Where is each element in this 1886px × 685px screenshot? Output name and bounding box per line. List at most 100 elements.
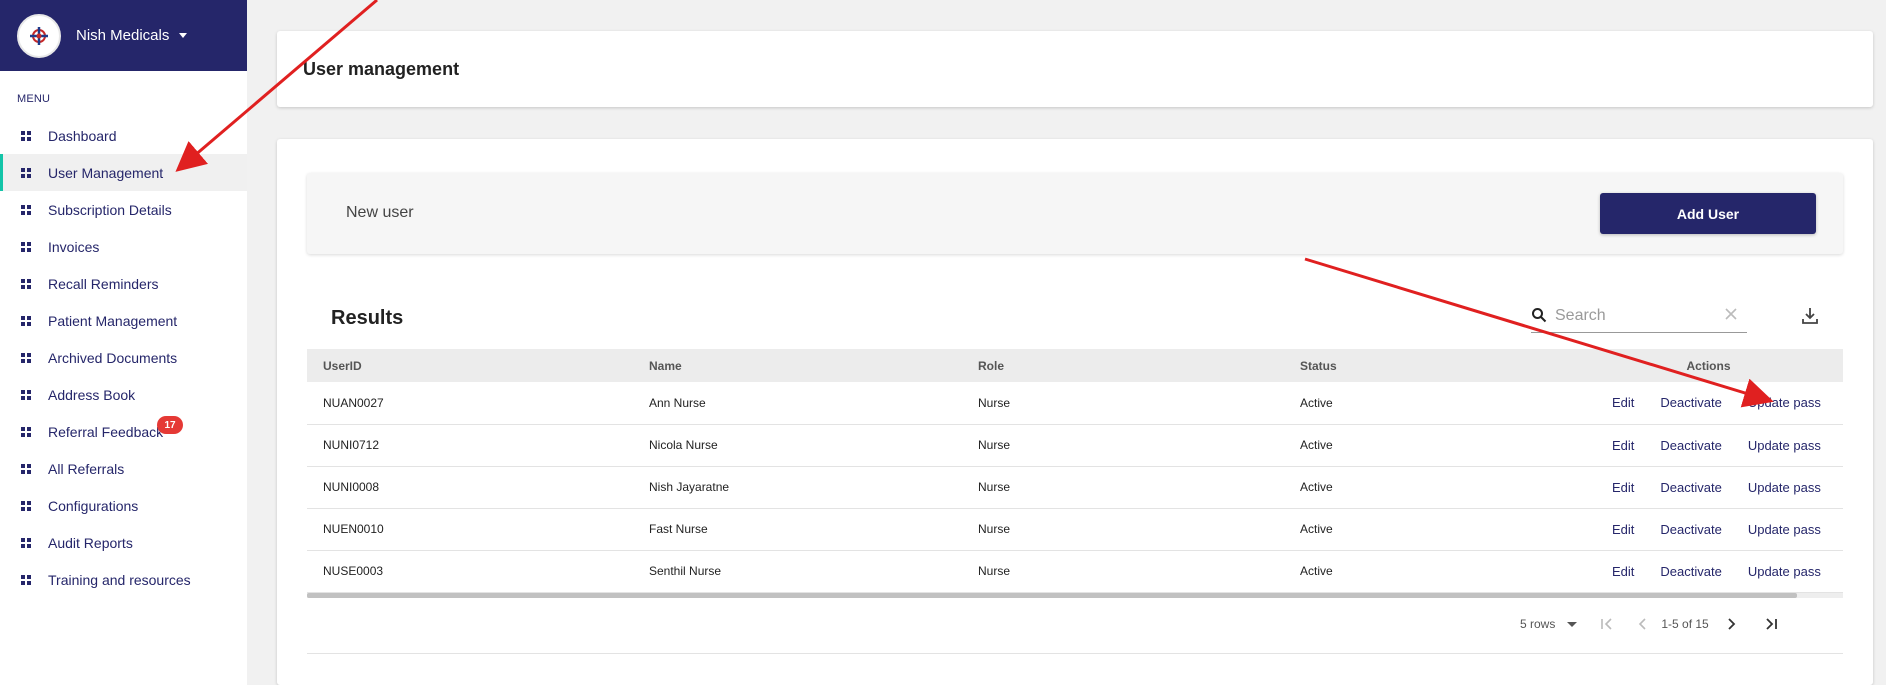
dashboard-icon — [21, 426, 31, 437]
dashboard-icon — [21, 352, 31, 363]
first-page-icon[interactable] — [1595, 612, 1619, 636]
sidebar-item-archived-documents[interactable]: Archived Documents — [0, 339, 247, 376]
deactivate-link[interactable]: Deactivate — [1660, 564, 1721, 579]
sidebar-nav: Dashboard User Management Subscription D… — [0, 117, 247, 598]
table-row: NUNI0008 Nish Jayaratne Nurse Active Edi… — [307, 466, 1843, 509]
sidebar-item-subscription-details[interactable]: Subscription Details — [0, 191, 247, 228]
column-header-name[interactable]: Name — [633, 349, 962, 382]
sidebar-item-label: Referral Feedback — [48, 423, 164, 440]
sidebar-item-label: All Referrals — [48, 460, 125, 477]
edit-link[interactable]: Edit — [1612, 480, 1634, 495]
update-password-link[interactable]: Update pass — [1748, 522, 1821, 537]
chevron-right-icon[interactable] — [1719, 612, 1743, 636]
chevron-left-icon[interactable] — [1631, 612, 1655, 636]
sidebar-item-label: User Management — [48, 164, 164, 181]
horizontal-scrollbar[interactable] — [307, 593, 1843, 598]
table-row: NUSE0003 Senthil Nurse Nurse Active Edit… — [307, 550, 1843, 593]
dashboard-icon — [21, 167, 31, 178]
sidebar-item-user-management[interactable]: User Management — [0, 154, 247, 191]
column-header-role[interactable]: Role — [962, 349, 1284, 382]
scrollbar-thumb[interactable] — [307, 593, 1797, 598]
table-header-row: UserID Name Role Status Actions — [307, 349, 1843, 382]
deactivate-link[interactable]: Deactivate — [1660, 395, 1721, 410]
sidebar-item-label: Invoices — [48, 238, 100, 255]
sidebar-item-label: Configurations — [48, 497, 139, 514]
column-header-userid[interactable]: UserID — [307, 349, 633, 382]
sidebar-item-all-referrals[interactable]: All Referrals — [0, 450, 247, 487]
update-password-link[interactable]: Update pass — [1748, 395, 1821, 410]
close-icon[interactable] — [1724, 307, 1738, 321]
sidebar: Nish Medicals MENU Dashboard User Manage… — [0, 0, 247, 685]
edit-link[interactable]: Edit — [1612, 395, 1634, 410]
cell-status: Active — [1284, 508, 1574, 551]
search-input[interactable] — [1555, 304, 1715, 328]
last-page-icon[interactable] — [1759, 612, 1783, 636]
edit-link[interactable]: Edit — [1612, 564, 1634, 579]
notification-badge: 17 — [157, 416, 183, 434]
deactivate-link[interactable]: Deactivate — [1660, 480, 1721, 495]
cell-userid: NUNI0712 — [307, 424, 633, 467]
table-row: NUAN0027 Ann Nurse Nurse Active Edit Deac… — [307, 382, 1843, 425]
sidebar-item-label: Training and resources — [48, 571, 191, 588]
cell-userid: NUEN0010 — [307, 508, 633, 551]
dashboard-icon — [21, 537, 31, 548]
cell-actions: Edit Deactivate Update pass — [1574, 424, 1843, 467]
cell-name: Ann Nurse — [633, 382, 962, 425]
add-user-button[interactable]: Add User — [1600, 193, 1816, 234]
new-user-label: New user — [346, 204, 414, 221]
cell-role: Nurse — [962, 466, 1284, 509]
search-field[interactable] — [1531, 301, 1747, 333]
cell-name: Nish Jayaratne — [633, 466, 962, 509]
cell-status: Active — [1284, 466, 1574, 509]
cell-role: Nurse — [962, 424, 1284, 467]
chevron-down-icon — [1567, 621, 1578, 627]
dashboard-icon — [21, 241, 31, 252]
sidebar-item-patient-management[interactable]: Patient Management — [0, 302, 247, 339]
sidebar-item-audit-reports[interactable]: Audit Reports — [0, 524, 247, 561]
chevron-down-icon[interactable] — [179, 33, 188, 38]
deactivate-link[interactable]: Deactivate — [1660, 438, 1721, 453]
cell-userid: NUAN0027 — [307, 382, 633, 425]
results-title: Results — [331, 307, 404, 329]
dashboard-icon — [21, 500, 31, 511]
cell-status: Active — [1284, 550, 1574, 593]
sidebar-item-configurations[interactable]: Configurations — [0, 487, 247, 524]
sidebar-item-dashboard[interactable]: Dashboard — [0, 117, 247, 154]
column-header-status[interactable]: Status — [1284, 349, 1574, 382]
rows-per-page-select[interactable]: 5 rows — [1520, 617, 1578, 631]
column-header-actions: Actions — [1686, 358, 1731, 373]
organization-name[interactable]: Nish Medicals — [76, 27, 169, 44]
sidebar-item-training-and-resources[interactable]: Training and resources — [0, 561, 247, 598]
divider — [307, 653, 1843, 654]
brand-header[interactable]: Nish Medicals — [0, 0, 247, 71]
sidebar-item-label: Address Book — [48, 386, 136, 403]
dashboard-icon — [21, 315, 31, 326]
dashboard-icon — [21, 204, 31, 215]
rows-per-page-value: 5 rows — [1520, 617, 1556, 631]
sidebar-item-address-book[interactable]: Address Book — [0, 376, 247, 413]
page-title: User management — [303, 59, 460, 79]
sidebar-item-recall-reminders[interactable]: Recall Reminders — [0, 265, 247, 302]
edit-link[interactable]: Edit — [1612, 438, 1634, 453]
deactivate-link[interactable]: Deactivate — [1660, 522, 1721, 537]
user-management-card: New user Add User Results UserID Name Ro… — [277, 139, 1873, 685]
page-range: 1-5 of 15 — [1661, 617, 1709, 631]
cell-actions: Edit Deactivate Update pass — [1574, 550, 1843, 593]
update-password-link[interactable]: Update pass — [1748, 480, 1821, 495]
results-table: UserID Name Role Status Actions NUAN0027… — [307, 349, 1843, 597]
cell-role: Nurse — [962, 508, 1284, 551]
sidebar-item-referral-feedback[interactable]: Referral Feedback 17 — [0, 413, 247, 450]
dashboard-icon — [21, 278, 31, 289]
sidebar-item-invoices[interactable]: Invoices — [0, 228, 247, 265]
update-password-link[interactable]: Update pass — [1748, 438, 1821, 453]
edit-link[interactable]: Edit — [1612, 522, 1634, 537]
sidebar-item-label: Patient Management — [48, 312, 178, 329]
download-icon[interactable] — [1800, 306, 1820, 326]
dashboard-icon — [21, 463, 31, 474]
cell-name: Nicola Nurse — [633, 424, 962, 467]
cell-role: Nurse — [962, 382, 1284, 425]
cell-userid: NUNI0008 — [307, 466, 633, 509]
update-password-link[interactable]: Update pass — [1748, 564, 1821, 579]
cell-name: Fast Nurse — [633, 508, 962, 551]
table-row: NUEN0010 Fast Nurse Nurse Active Edit Dea… — [307, 508, 1843, 551]
